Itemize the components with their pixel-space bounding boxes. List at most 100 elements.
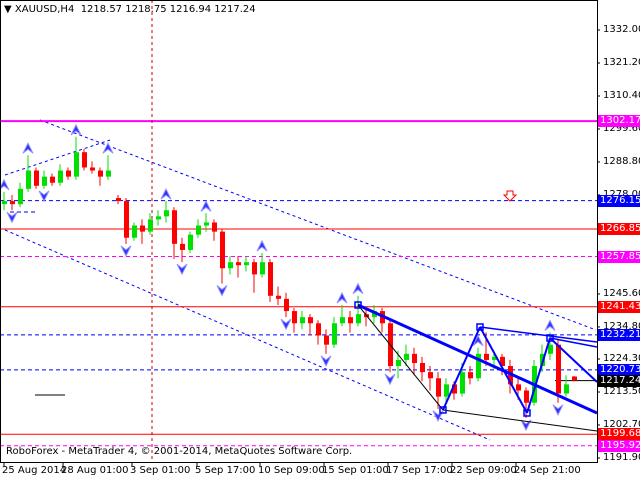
fractal-down-icon xyxy=(320,355,332,367)
price-level-label: 1199.68 xyxy=(598,428,640,441)
candle-body xyxy=(204,222,209,226)
candle xyxy=(58,164,63,186)
candle-body xyxy=(292,311,297,324)
candle-body xyxy=(300,317,305,324)
candle-body xyxy=(212,222,217,232)
candle-body xyxy=(188,234,193,250)
candle xyxy=(164,201,169,223)
trend-line xyxy=(357,303,598,415)
candle xyxy=(324,329,329,354)
candle-body xyxy=(484,353,489,360)
candle-body xyxy=(26,170,31,189)
chart-frame xyxy=(0,0,598,463)
price-level-label: 1257.85 xyxy=(598,250,640,263)
candle-body xyxy=(356,314,361,324)
candle-body xyxy=(10,201,15,205)
candle-body xyxy=(332,323,337,345)
candle-body xyxy=(412,353,417,363)
candle xyxy=(308,314,313,336)
candle-body xyxy=(404,353,409,360)
candle-body xyxy=(420,362,425,373)
candle-body xyxy=(268,262,273,296)
x-tick-label: 15 Sep 01:00 xyxy=(322,465,389,476)
fractal-up-icon xyxy=(256,239,268,252)
x-tick-label: 17 Sep 17:00 xyxy=(386,465,453,476)
candle-body xyxy=(276,295,281,299)
ohlc-readout: 1218.57 1218.75 1216.94 1217.24 xyxy=(80,4,256,15)
candle-body xyxy=(66,170,71,177)
candle xyxy=(420,356,425,382)
candle xyxy=(116,194,121,205)
candle xyxy=(252,259,257,293)
x-tick-label: 3 Sep 01:00 xyxy=(130,465,191,476)
candle-body xyxy=(460,372,465,394)
candle-body xyxy=(124,201,129,238)
trend-line xyxy=(442,409,598,432)
price-level-label: 1302.17 xyxy=(598,115,640,128)
candle-body xyxy=(116,198,121,202)
candle xyxy=(332,317,337,348)
price-level-label: 1195.92 xyxy=(598,439,640,452)
candle xyxy=(436,372,441,409)
price-level-label: 1276.15 xyxy=(598,194,640,207)
candle-body xyxy=(428,372,433,379)
candle-body xyxy=(228,262,233,269)
candle xyxy=(508,359,513,394)
fractal-up-icon xyxy=(352,282,364,295)
candle xyxy=(300,311,305,330)
candle-body xyxy=(58,170,63,183)
candle xyxy=(188,231,193,254)
candle xyxy=(82,149,87,171)
fractal-up-icon xyxy=(22,142,34,154)
chart-title: ▼ XAUUSD,H4 1218.57 1218.75 1216.94 1217… xyxy=(4,4,256,15)
price-chart[interactable] xyxy=(0,0,640,480)
fractal-up-icon xyxy=(160,187,172,200)
candle xyxy=(276,286,281,305)
candle-body xyxy=(90,167,95,171)
y-tick-label: 1288.80 xyxy=(603,155,640,167)
candle xyxy=(412,347,417,376)
candle-body xyxy=(34,170,39,186)
candle xyxy=(106,155,111,180)
candle-body xyxy=(572,376,577,381)
candle xyxy=(124,198,129,244)
candle-body xyxy=(252,262,257,275)
x-tick-label: 28 Aug 01:00 xyxy=(61,465,129,476)
candle xyxy=(468,366,473,385)
candle-body xyxy=(564,384,569,394)
candle xyxy=(316,320,321,345)
y-tick-label: 1213.50 xyxy=(603,386,640,398)
trend-line xyxy=(357,304,444,411)
candle-body xyxy=(556,344,561,394)
candle xyxy=(292,308,297,333)
candle xyxy=(212,219,217,241)
sell-arrow-icon xyxy=(502,190,518,202)
candle-body xyxy=(82,152,87,168)
fractal-down-icon xyxy=(280,318,292,331)
candle xyxy=(476,347,481,382)
candle-body xyxy=(340,317,345,324)
candle xyxy=(26,155,31,192)
candle xyxy=(340,304,345,327)
candle xyxy=(34,167,39,189)
candle-body xyxy=(396,359,401,367)
candle xyxy=(348,311,353,333)
fractal-up-icon xyxy=(102,142,114,154)
x-tick-label: 25 Aug 2014 xyxy=(2,465,67,476)
candle-body xyxy=(164,210,169,217)
candle-body xyxy=(316,323,321,336)
candle xyxy=(140,219,145,244)
candle xyxy=(90,161,95,174)
candle-body xyxy=(106,170,111,177)
collapse-arrow-icon[interactable]: ▼ xyxy=(4,4,15,15)
fractal-down-icon xyxy=(38,190,50,202)
candle xyxy=(388,320,393,373)
candle-body xyxy=(50,176,55,183)
fractal-down-icon xyxy=(6,211,18,224)
y-tick-label: 1245.60 xyxy=(603,287,640,299)
zigzag-line xyxy=(442,326,481,411)
candle xyxy=(74,136,79,180)
price-level-label: 1217.24 xyxy=(598,374,640,387)
candle-body xyxy=(2,201,7,205)
fractal-down-icon xyxy=(176,263,188,276)
